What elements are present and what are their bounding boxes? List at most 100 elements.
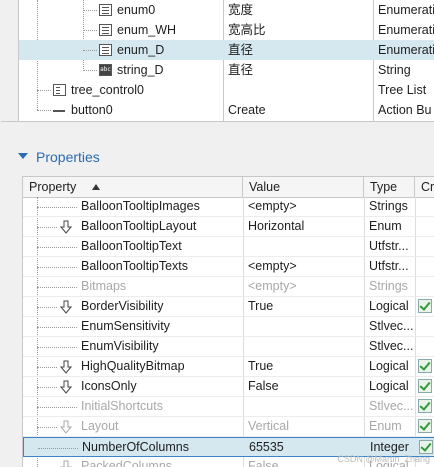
- property-row-layout[interactable]: Layout Vertical Enum: [23, 417, 434, 437]
- tree-item-value: [228, 80, 368, 100]
- property-row-balloon-tooltip-text[interactable]: BalloonTooltipText Utfstr...: [23, 237, 434, 257]
- checkmark-icon[interactable]: [418, 299, 432, 313]
- text-icon: abc: [99, 64, 112, 76]
- property-row-enum-sensitivity[interactable]: EnumSensitivity Stlvec...: [23, 317, 434, 337]
- object-tree-panel: enum0 宽度 Enumerati enum_WH 宽高比 Enumerati enum_…: [1, 0, 434, 122]
- tree-item-name: enum0: [117, 3, 156, 17]
- property-value[interactable]: [248, 397, 360, 416]
- property-value[interactable]: <empty>: [248, 197, 360, 216]
- tree-connector: [37, 110, 51, 111]
- tree-item-name: enum_D: [117, 43, 165, 57]
- tree-item-value: 宽高比: [228, 23, 266, 37]
- sort-ascending-icon: [92, 184, 101, 190]
- property-value[interactable]: <empty>: [248, 277, 360, 296]
- tree-connector: [37, 90, 51, 91]
- property-row-initial-shortcuts[interactable]: InitialShortcuts Stlvec...: [23, 397, 434, 417]
- tree-row-string-d[interactable]: abc string_D 直径 String: [19, 60, 434, 80]
- tree-item-name: tree_control0: [71, 83, 144, 97]
- tree-item-type: Action Bu: [378, 103, 432, 117]
- property-type: Logical: [369, 359, 409, 373]
- column-header-property[interactable]: Property: [23, 177, 243, 197]
- tree-connector: [37, 367, 57, 368]
- property-row-balloon-tooltip-layout[interactable]: BalloonTooltipLayout Horizontal Enum: [23, 217, 434, 237]
- tree-connector: [37, 247, 77, 248]
- property-type: Strings: [369, 199, 408, 213]
- property-value[interactable]: True: [248, 297, 360, 316]
- tree-item-name: string_D: [117, 63, 164, 77]
- property-type: Utfstr...: [369, 239, 409, 253]
- tree-row-enum-d[interactable]: enum_D 直径 Enumerati: [19, 40, 434, 60]
- tree-item-name: button0: [71, 103, 113, 117]
- property-type: Stlvec...: [369, 319, 413, 333]
- tree-connector: [38, 448, 78, 449]
- checkmark-icon[interactable]: [418, 359, 432, 373]
- property-name: EnumVisibility: [81, 339, 159, 353]
- property-name: EnumSensitivity: [81, 319, 170, 333]
- property-value[interactable]: Horizontal: [248, 217, 360, 236]
- properties-section-header[interactable]: Properties: [0, 143, 434, 171]
- tree-item-type: Enumerati: [378, 43, 434, 57]
- tree-item-value: 直径: [228, 43, 254, 57]
- tree-connector: [37, 307, 57, 308]
- tree-connector: [37, 287, 77, 288]
- property-name: InitialShortcuts: [81, 399, 163, 413]
- inherit-arrow-down-icon: [60, 220, 72, 234]
- column-header-extra[interactable]: Cr: [415, 177, 434, 197]
- tree-connector: [37, 267, 77, 268]
- property-value[interactable]: [248, 237, 360, 256]
- property-value[interactable]: Vertical: [248, 417, 360, 436]
- watermark-text: CSDN @Martin_Zhang: [337, 454, 430, 464]
- checkmark-icon[interactable]: [418, 419, 432, 433]
- tree-connector: [83, 70, 97, 71]
- property-row-high-quality-bitmap[interactable]: HighQualityBitmap True Logical: [23, 357, 434, 377]
- checkmark-icon[interactable]: [419, 440, 433, 454]
- property-type: Logical: [369, 299, 409, 313]
- list-icon: [99, 4, 112, 16]
- panel-divider: [1, 121, 434, 122]
- tree-row-enum0[interactable]: enum0 宽度 Enumerati: [19, 0, 434, 20]
- tree-item-type: Enumerati: [378, 23, 434, 37]
- tree-item-name: enum_WH: [117, 23, 177, 37]
- property-value[interactable]: [248, 337, 360, 356]
- tree-connector: [37, 387, 57, 388]
- column-header-type[interactable]: Type: [364, 177, 415, 197]
- tree-row-enum-wh[interactable]: enum_WH 宽高比 Enumerati: [19, 20, 434, 40]
- property-name: BorderVisibility: [81, 299, 164, 313]
- tree-row-tree-control0[interactable]: tree_control0 Tree List: [19, 80, 434, 100]
- tree-item-value: Create: [228, 103, 266, 117]
- collapse-triangle-icon[interactable]: [18, 153, 28, 159]
- list-icon: [99, 44, 112, 56]
- tree-connector: [37, 327, 77, 328]
- inherit-arrow-down-icon: [60, 300, 72, 314]
- tree-item-type: String: [378, 63, 411, 77]
- property-row-border-visibility[interactable]: BorderVisibility True Logical: [23, 297, 434, 317]
- tree-connector: [37, 347, 77, 348]
- tree-row-button0[interactable]: button0 Create Action Bu: [19, 100, 434, 120]
- tree-icon: [53, 84, 66, 96]
- column-header-value[interactable]: Value: [243, 177, 364, 197]
- property-type: Utfstr...: [369, 259, 409, 273]
- property-row-enum-visibility[interactable]: EnumVisibility Stlvec...: [23, 337, 434, 357]
- grid-header: Property Value Type Cr: [23, 177, 434, 198]
- checkmark-icon[interactable]: [418, 379, 432, 393]
- property-row-icons-only[interactable]: IconsOnly False Logical: [23, 377, 434, 397]
- property-name: HighQualityBitmap: [81, 359, 185, 373]
- property-name: NumberOfColumns: [82, 440, 189, 454]
- property-row-bitmaps[interactable]: Bitmaps <empty> Strings: [23, 277, 434, 297]
- property-value[interactable]: True: [248, 357, 360, 376]
- tree-connector: [83, 30, 97, 31]
- property-type: Logical: [369, 379, 409, 393]
- property-value[interactable]: False: [248, 377, 360, 396]
- inherit-arrow-down-icon: [60, 360, 72, 374]
- property-value[interactable]: [248, 317, 360, 336]
- property-value[interactable]: <empty>: [248, 257, 360, 276]
- property-type: Stlvec...: [369, 399, 413, 413]
- tree-item-type: Tree List: [378, 83, 427, 97]
- property-type: Enum: [369, 219, 402, 233]
- property-name: BalloonTooltipText: [81, 239, 182, 253]
- checkmark-icon[interactable]: [418, 399, 432, 413]
- property-type: Strings: [369, 279, 408, 293]
- property-row-balloon-tooltip-images[interactable]: BalloonTooltipImages <empty> Strings: [23, 197, 434, 217]
- button-icon: [53, 106, 65, 112]
- property-row-balloon-tooltip-texts[interactable]: BalloonTooltipTexts <empty> Utfstr...: [23, 257, 434, 277]
